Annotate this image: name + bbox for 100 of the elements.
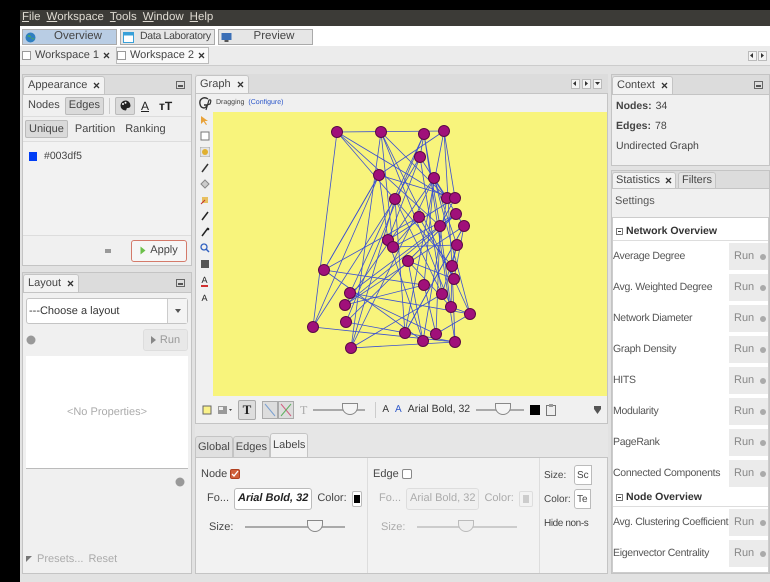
scroll-left-icon[interactable] xyxy=(571,78,580,88)
graph-node[interactable] xyxy=(449,336,461,348)
close-icon[interactable] xyxy=(93,82,100,89)
panel-tab[interactable]: Appearance xyxy=(23,76,106,94)
label-color-button[interactable]: A xyxy=(137,96,154,114)
slider-thumb[interactable] xyxy=(494,402,511,414)
graph-node[interactable] xyxy=(387,241,399,253)
rectangle-select-icon[interactable] xyxy=(200,131,210,141)
graph-node[interactable] xyxy=(434,220,446,232)
close-icon[interactable] xyxy=(236,81,244,88)
method-tab[interactable]: Ranking xyxy=(122,120,169,138)
graph-node[interactable] xyxy=(449,192,461,204)
brush-icon[interactable] xyxy=(200,211,210,221)
diamond-icon[interactable] xyxy=(200,179,210,189)
menu-item[interactable]: Window xyxy=(142,9,184,27)
method-tab[interactable]: Unique xyxy=(25,120,68,138)
collapse-icon[interactable] xyxy=(616,228,623,235)
square-icon[interactable] xyxy=(200,259,210,269)
panel-tab[interactable]: Statistics xyxy=(612,172,676,188)
pencil-icon[interactable] xyxy=(200,163,210,173)
slider-thumb[interactable] xyxy=(342,402,358,414)
method-tab[interactable]: Partition xyxy=(72,120,118,138)
close-icon[interactable] xyxy=(660,82,668,89)
color-swatch[interactable] xyxy=(29,152,37,162)
graph-node[interactable] xyxy=(413,211,425,223)
dropdown[interactable]: Sc xyxy=(574,465,592,485)
graph-node[interactable] xyxy=(428,172,440,184)
view-tab[interactable]: Preview xyxy=(218,29,313,45)
label-tool[interactable]: A xyxy=(201,293,208,303)
zoom-icon[interactable] xyxy=(200,243,210,253)
minimize-icon[interactable] xyxy=(176,80,185,88)
graph-node[interactable] xyxy=(414,151,426,163)
settings-tab[interactable]: Labels xyxy=(270,433,308,457)
scroll-right-icon[interactable] xyxy=(758,50,767,60)
graph-node[interactable] xyxy=(446,260,458,272)
graph-node[interactable] xyxy=(451,239,463,251)
view-tab[interactable]: Overview xyxy=(22,29,117,45)
graph-node[interactable] xyxy=(373,169,385,181)
menu-item[interactable]: Help xyxy=(190,9,214,27)
color-button[interactable] xyxy=(352,490,362,506)
collapse-icon[interactable] xyxy=(616,494,623,501)
close-icon[interactable] xyxy=(665,177,672,184)
graph-node[interactable] xyxy=(417,335,429,347)
graph-node[interactable] xyxy=(399,327,411,339)
panel-tab[interactable]: Context xyxy=(612,76,673,94)
settings-link[interactable]: Settings xyxy=(612,189,769,213)
menu-item[interactable]: File xyxy=(22,9,41,27)
graph-node[interactable] xyxy=(375,126,387,138)
apply-button[interactable]: Apply xyxy=(131,240,187,262)
font-button[interactable]: Arial Bold, 32 xyxy=(234,488,312,510)
panel-tab[interactable]: Layout xyxy=(23,274,80,292)
element-tab[interactable]: Edges xyxy=(64,96,104,114)
graph-node[interactable] xyxy=(450,208,462,220)
close-icon[interactable] xyxy=(103,52,110,59)
close-icon[interactable] xyxy=(198,52,205,59)
graph-node[interactable] xyxy=(331,126,343,138)
clipboard-icon[interactable] xyxy=(546,404,556,416)
minimize-icon[interactable] xyxy=(176,278,185,286)
element-tab[interactable]: Nodes xyxy=(25,96,63,114)
workspace-tab[interactable]: Workspace 2 xyxy=(116,47,209,64)
close-icon[interactable] xyxy=(67,280,74,287)
font-larger-button[interactable]: A xyxy=(395,402,402,417)
graph-node[interactable] xyxy=(436,288,448,300)
graph-node[interactable] xyxy=(339,299,351,311)
color-button[interactable] xyxy=(115,96,135,114)
graph-node[interactable] xyxy=(430,328,442,340)
menu-item[interactable]: Tools xyxy=(110,9,137,27)
show-labels-button[interactable]: T xyxy=(238,400,256,420)
graph-node[interactable] xyxy=(464,308,476,320)
graph-node[interactable] xyxy=(402,255,414,267)
settings-tab[interactable]: Global xyxy=(195,436,233,457)
background-color-icon[interactable] xyxy=(202,404,212,414)
scroll-right-icon[interactable] xyxy=(582,78,591,88)
graph-node[interactable] xyxy=(445,301,457,313)
graph-node[interactable] xyxy=(345,342,357,354)
view-tab[interactable]: Data Laboratory xyxy=(120,29,215,45)
graph-node[interactable] xyxy=(344,287,356,299)
graph-node[interactable] xyxy=(458,220,470,232)
scroll-left-icon[interactable] xyxy=(748,50,757,60)
graph-node[interactable] xyxy=(318,264,330,276)
graph-node[interactable] xyxy=(389,193,401,205)
label-color-icon[interactable] xyxy=(530,404,540,414)
layout-dropdown[interactable]: ---Choose a layout xyxy=(26,298,188,324)
screenshot-icon[interactable] xyxy=(218,404,232,414)
panel-tab[interactable]: Graph xyxy=(195,75,249,93)
label-color-tool[interactable]: A xyxy=(201,275,208,287)
menu-item[interactable]: Workspace xyxy=(46,9,104,27)
painter-icon[interactable] xyxy=(200,195,210,205)
collapse-icon[interactable] xyxy=(594,406,601,414)
label-size-button[interactable]: тT xyxy=(155,96,176,114)
graph-node[interactable] xyxy=(448,273,460,285)
graph-node[interactable] xyxy=(340,316,352,328)
checkbox[interactable] xyxy=(230,469,240,480)
edge-color-icon[interactable] xyxy=(278,400,294,418)
panel-tab[interactable]: Filters xyxy=(678,172,716,188)
color-button[interactable] xyxy=(518,490,533,506)
settings-tab[interactable]: Edges xyxy=(232,436,270,457)
edge-pencil-icon[interactable] xyxy=(200,227,210,237)
minimize-icon[interactable] xyxy=(754,80,763,88)
slider-thumb[interactable] xyxy=(458,520,474,532)
